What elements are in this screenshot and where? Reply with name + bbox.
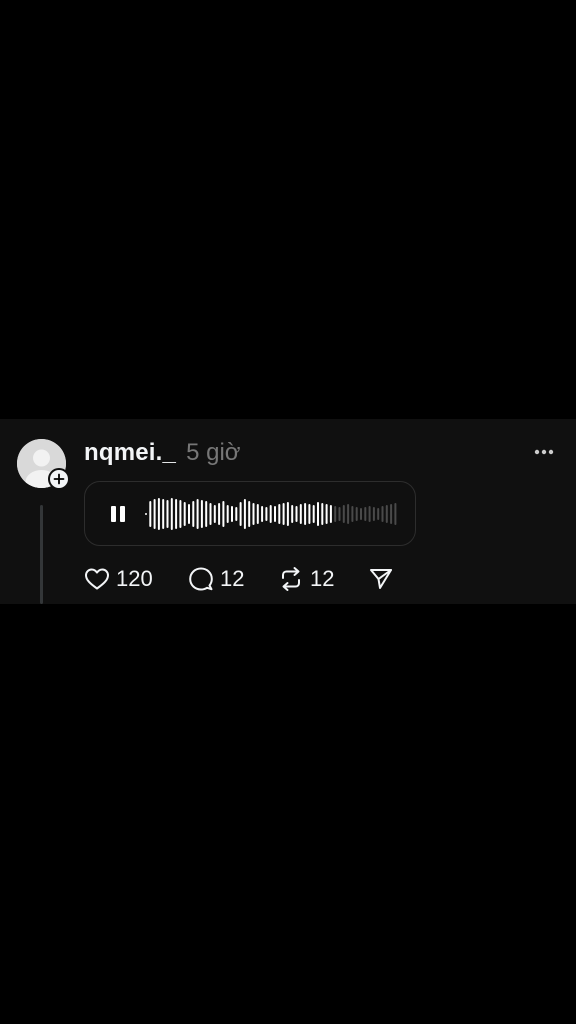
waveform-bar	[170, 498, 173, 530]
waveform-bar	[196, 499, 199, 529]
waveform-bar	[372, 507, 375, 521]
share-button[interactable]	[368, 567, 394, 591]
waveform-bar	[200, 500, 203, 528]
waveform-bar	[385, 505, 388, 523]
repost-button[interactable]: 12	[278, 566, 368, 592]
waveform-bar	[222, 501, 225, 527]
waveform-bar	[269, 505, 272, 523]
heart-icon	[85, 568, 109, 590]
post-header: nqmei._ 5 giờ	[84, 439, 241, 469]
waveform-bar	[231, 506, 233, 522]
waveform-bar	[364, 507, 367, 521]
waveform-bar	[312, 505, 315, 523]
waveform-bar	[188, 504, 190, 524]
waveform-bar	[248, 501, 251, 527]
post-card[interactable]: nqmei._ 5 giờ 120 12 12	[0, 419, 576, 604]
thread-line	[40, 505, 43, 604]
waveform-bar	[381, 506, 384, 522]
waveform-bar	[274, 506, 276, 522]
waveform-bar	[368, 506, 371, 522]
waveform-bar	[321, 503, 324, 525]
waveform-bar	[162, 499, 165, 529]
waveform-bar	[278, 504, 281, 524]
waveform-bar	[360, 508, 362, 520]
waveform-bar	[390, 504, 393, 524]
waveform-bar	[291, 505, 294, 523]
username[interactable]: nqmei._	[84, 439, 176, 467]
waveform-bar	[235, 507, 238, 521]
waveform-bar	[304, 503, 307, 525]
audio-waveform[interactable]	[145, 490, 405, 538]
waveform-bar	[299, 504, 302, 524]
plus-icon	[53, 473, 65, 485]
post-actions: 120 12 12	[84, 564, 394, 594]
waveform-bar	[338, 507, 341, 521]
like-button[interactable]: 120	[84, 566, 188, 592]
waveform-bar	[282, 503, 285, 525]
waveform-bar	[252, 503, 255, 525]
comment-button[interactable]: 12	[188, 566, 278, 592]
waveform-bar	[243, 499, 246, 529]
waveform-bar	[183, 502, 186, 526]
waveform-bar	[329, 505, 332, 523]
waveform-bar	[149, 501, 152, 527]
repost-count: 12	[310, 566, 335, 591]
waveform-bar	[157, 498, 160, 530]
waveform-bar	[351, 506, 354, 522]
waveform-bar	[261, 506, 264, 522]
waveform-bar	[265, 507, 268, 521]
waveform-bar	[286, 502, 289, 526]
waveform-bar	[342, 505, 345, 523]
waveform-bar	[153, 499, 156, 529]
screen: nqmei._ 5 giờ 120 12 12	[0, 0, 576, 1024]
waveform-bar	[175, 499, 178, 529]
comment-count: 12	[220, 566, 245, 591]
waveform-bar	[239, 502, 242, 526]
waveform-bar	[205, 501, 208, 527]
waveform-bar	[226, 505, 229, 523]
comment-bubble-icon	[189, 567, 213, 591]
waveform-bar	[145, 513, 147, 515]
waveform-bar	[317, 502, 319, 526]
timestamp: 5 giờ	[186, 439, 241, 466]
voice-note-player[interactable]	[84, 481, 416, 546]
send-icon	[370, 569, 392, 589]
waveform-bar	[192, 501, 195, 527]
waveform-bar	[213, 505, 216, 523]
waveform-bar	[256, 504, 259, 524]
follow-button[interactable]	[48, 468, 70, 490]
more-options-button[interactable]	[530, 443, 558, 461]
waveform-bar	[377, 508, 380, 520]
waveform-bar	[325, 504, 328, 524]
waveform-bar	[179, 500, 182, 528]
waveform-bar	[308, 504, 311, 524]
waveform-bar	[166, 500, 169, 528]
repost-icon	[282, 567, 300, 591]
waveform-bar	[295, 506, 298, 522]
like-count: 120	[116, 566, 153, 591]
waveform-bar	[355, 507, 358, 521]
more-dots-icon	[534, 449, 554, 455]
waveform-bar	[209, 503, 212, 525]
waveform-bar	[347, 504, 350, 524]
waveform-bar	[334, 506, 337, 522]
waveform-bar	[394, 503, 397, 525]
pause-icon[interactable]	[109, 504, 127, 524]
waveform-bar	[218, 503, 221, 525]
